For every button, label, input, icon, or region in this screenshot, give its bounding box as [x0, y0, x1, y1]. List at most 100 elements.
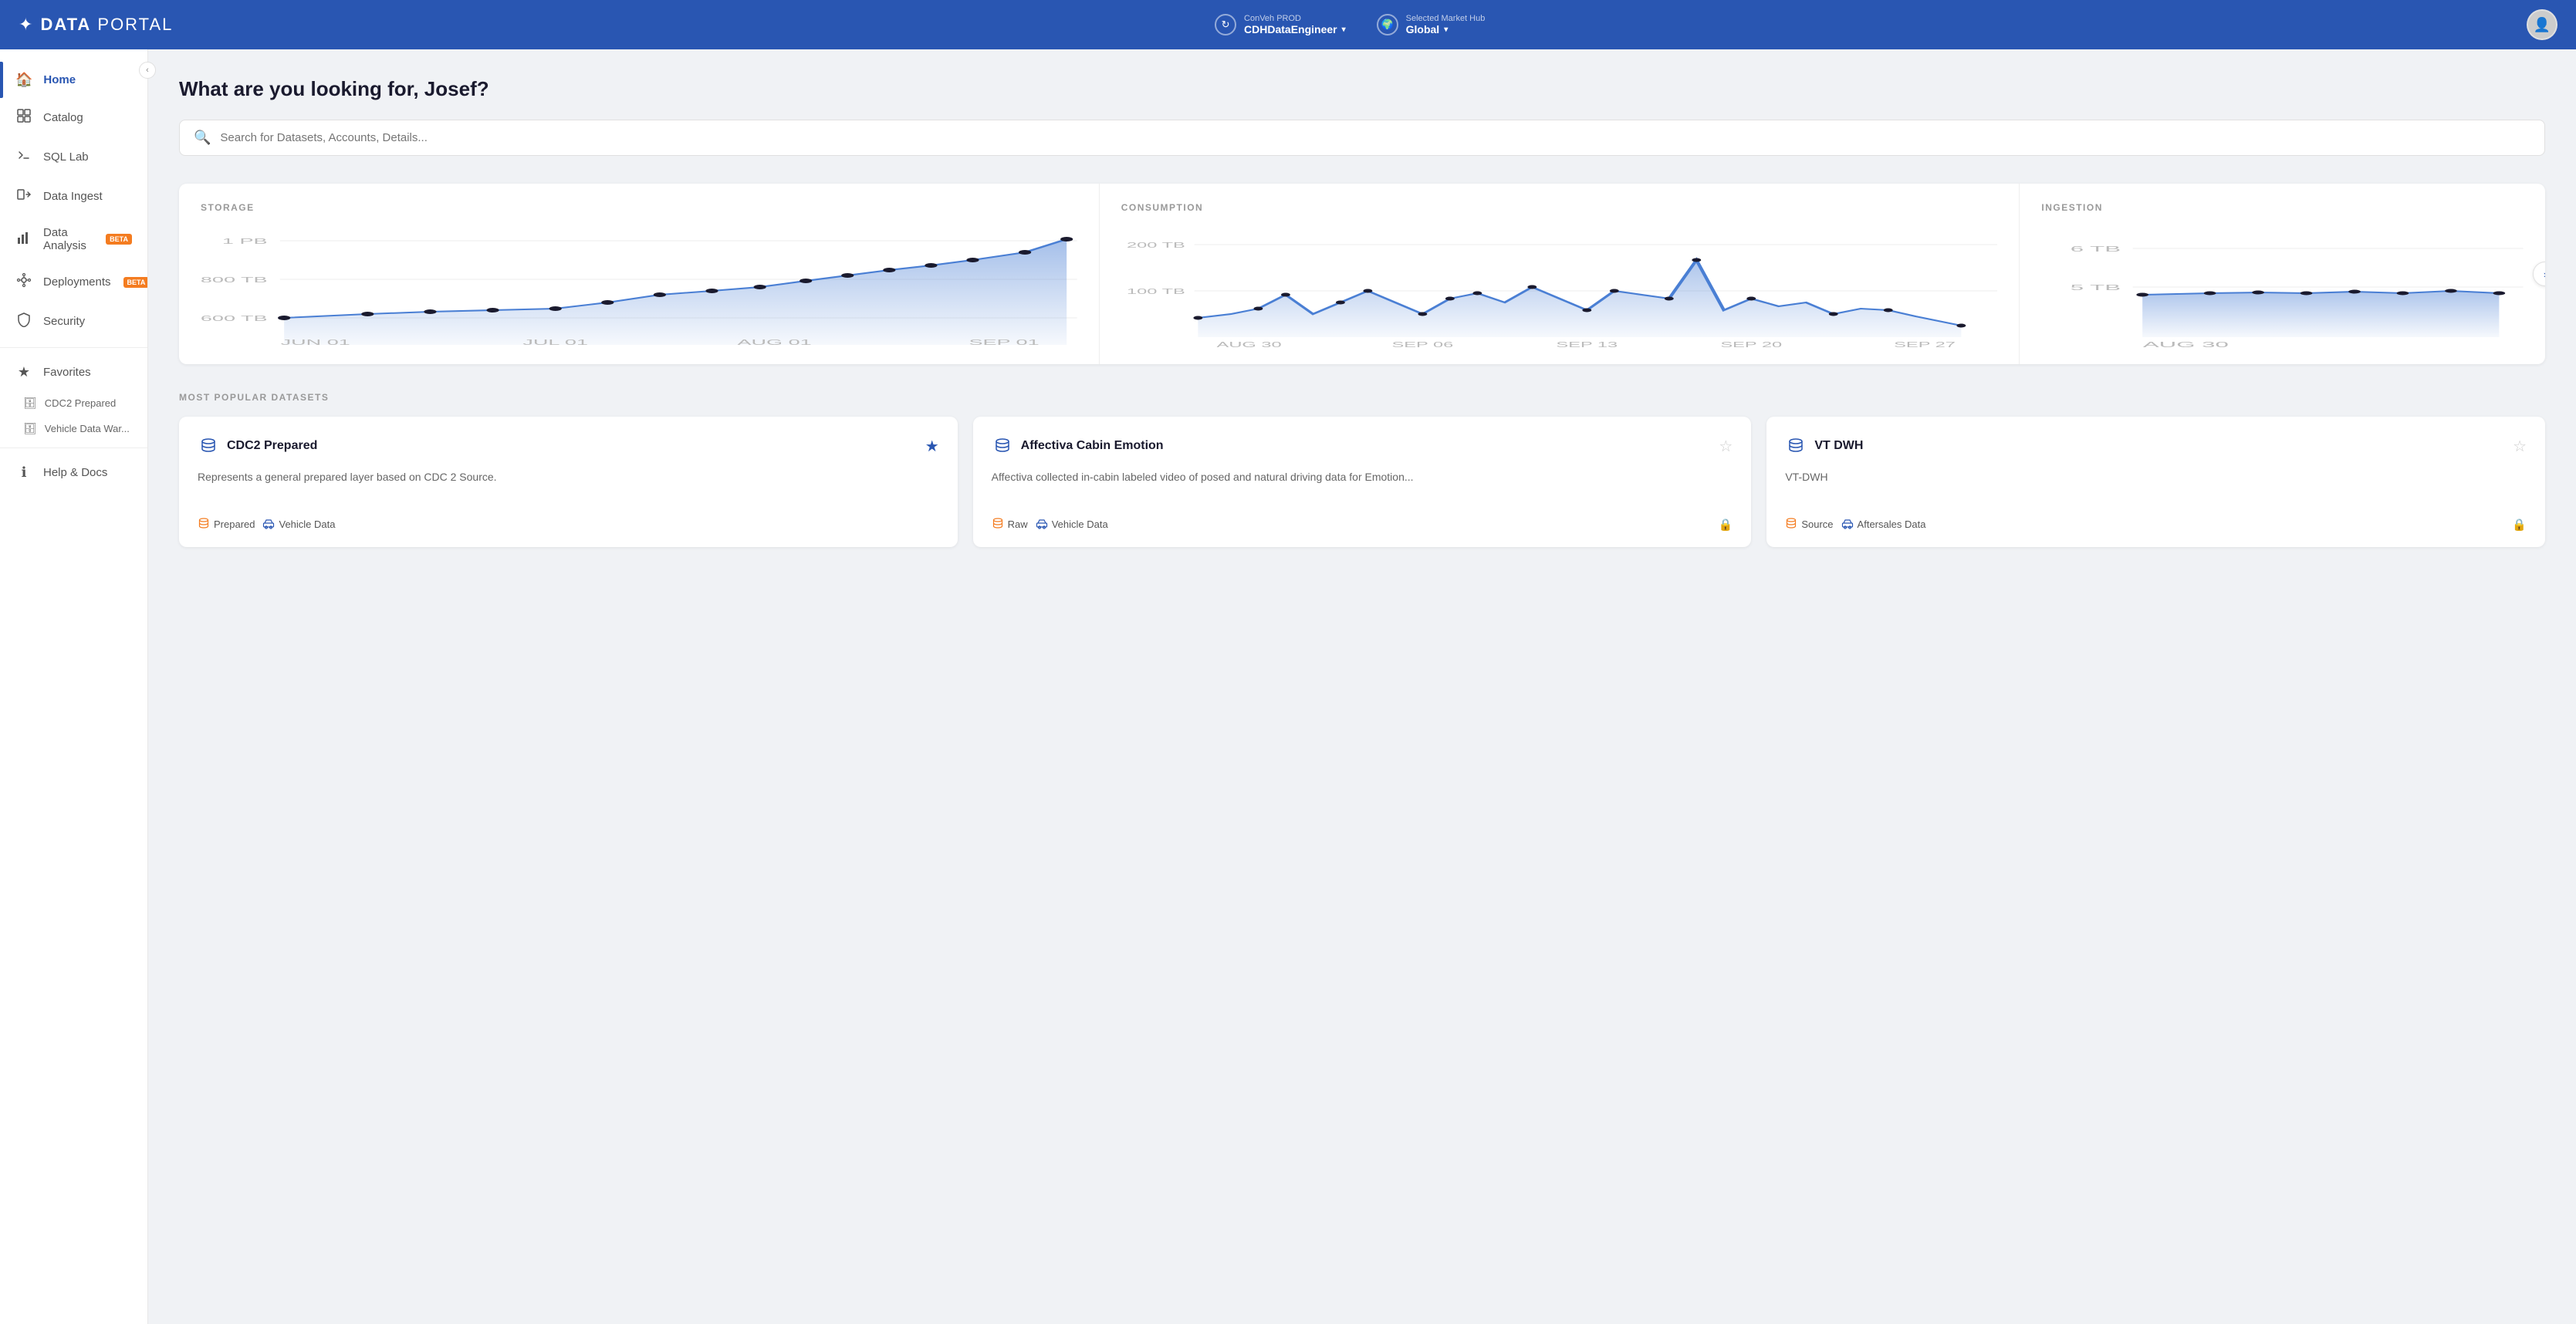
- sidebar-item-label: Catalog: [43, 111, 83, 124]
- tag-icon: [1036, 517, 1048, 532]
- tag-icon: [198, 517, 210, 532]
- svg-text:AUG 30: AUG 30: [2143, 340, 2229, 349]
- dataset-name: Affectiva Cabin Emotion: [1021, 439, 1164, 453]
- svg-text:JUN 01: JUN 01: [281, 339, 350, 347]
- env-chevron-icon: ▾: [1342, 25, 1346, 34]
- svg-text:SEP 20: SEP 20: [1720, 340, 1782, 349]
- dataset-title-row: VT DWH: [1785, 435, 1863, 457]
- tag-source: Source: [1785, 517, 1833, 532]
- sidebar-item-security[interactable]: Security: [0, 302, 147, 341]
- svg-text:200 TB: 200 TB: [1127, 241, 1185, 249]
- datasets-section-title: MOST POPULAR DATASETS: [179, 392, 2545, 403]
- dataset-name: CDC2 Prepared: [227, 439, 317, 453]
- sidebar-favorite-cdc2[interactable]: 🗄 CDC2 Prepared: [0, 390, 147, 416]
- security-icon: [15, 312, 32, 331]
- dataset-card-vt-dwh: VT DWH ☆ VT-DWH Source: [1766, 417, 2545, 547]
- svg-text:6 TB: 6 TB: [2071, 245, 2121, 253]
- favorite-star[interactable]: ☆: [1719, 437, 1733, 456]
- ingestion-chart-area: 6 TB 5 TB AUG 30: [2041, 225, 2524, 349]
- globe-icon: 🌍: [1377, 14, 1398, 35]
- svg-text:SEP 13: SEP 13: [1556, 340, 1618, 349]
- page-heading: What are you looking for, Josef?: [179, 77, 2545, 101]
- favorite-star[interactable]: ☆: [2513, 437, 2527, 456]
- search-bar[interactable]: 🔍: [179, 120, 2545, 156]
- search-icon: 🔍: [194, 130, 211, 146]
- sidebar-item-home[interactable]: 🏠 Home: [0, 62, 147, 98]
- consumption-chart-area: 200 TB 100 TB: [1121, 225, 1998, 349]
- dataset-tags: Source Aftersales Data: [1785, 517, 2527, 532]
- lock-icon: 🔒: [2512, 518, 2527, 532]
- market-value: Global ▾: [1406, 23, 1486, 35]
- sidebar-item-label: Data Analysis: [43, 226, 93, 252]
- env-info: ConVeh PROD CDHDataEngineer ▾: [1244, 14, 1346, 35]
- search-input[interactable]: [220, 131, 2530, 144]
- sidebar-item-label: Home: [43, 73, 76, 86]
- svg-text:600 TB: 600 TB: [201, 315, 268, 323]
- consumption-chart-title: CONSUMPTION: [1121, 202, 1998, 213]
- deployments-icon: [15, 272, 32, 292]
- sidebar-item-data-ingest[interactable]: Data Ingest: [0, 177, 147, 216]
- env-value: CDHDataEngineer ▾: [1244, 23, 1346, 35]
- svg-text:5 TB: 5 TB: [2071, 283, 2121, 292]
- sidebar-item-favorites[interactable]: ★ Favorites: [0, 354, 147, 390]
- user-avatar[interactable]: 👤: [2527, 9, 2557, 40]
- tag-icon: [1841, 517, 1854, 532]
- help-icon: ℹ: [15, 464, 32, 481]
- header: ✦ DATA PORTAL ↻ ConVeh PROD CDHDataEngin…: [0, 0, 2576, 49]
- sidebar-item-label: Help & Docs: [43, 466, 107, 479]
- tag-vehicle: Vehicle Data: [262, 517, 335, 532]
- home-icon: 🏠: [15, 72, 32, 88]
- tag-aftersales: Aftersales Data: [1841, 517, 1926, 532]
- dataset-icon: 🗄: [23, 397, 37, 410]
- dataset-icon: [992, 435, 1013, 457]
- sidebar-item-label: Security: [43, 315, 85, 328]
- sidebar-item-deployments[interactable]: Deployments BETA: [0, 262, 147, 302]
- dataset-title-row: CDC2 Prepared: [198, 435, 317, 457]
- sidebar-item-label: SQL Lab: [43, 150, 89, 164]
- dataset-icon: [198, 435, 219, 457]
- ingestion-next-arrow[interactable]: ›: [2533, 262, 2545, 286]
- market-info: Selected Market Hub Global ▾: [1406, 14, 1486, 35]
- storage-chart-title: STORAGE: [201, 202, 1077, 213]
- main-content: What are you looking for, Josef? 🔍 STORA…: [148, 49, 2576, 1324]
- svg-text:1 PB: 1 PB: [222, 238, 268, 246]
- favorite-item-label: Vehicle Data War...: [45, 423, 130, 434]
- market-selector[interactable]: 🌍 Selected Market Hub Global ▾: [1377, 14, 1486, 35]
- dataset-card-affectiva: Affectiva Cabin Emotion ☆ Affectiva coll…: [973, 417, 1752, 547]
- favorite-star[interactable]: ★: [925, 437, 939, 456]
- dataset-card-header: VT DWH ☆: [1785, 435, 2527, 457]
- sidebar: ‹ 🏠 Home Catalog: [0, 49, 148, 1324]
- dataset-card-header: CDC2 Prepared ★: [198, 435, 939, 457]
- header-center: ↻ ConVeh PROD CDHDataEngineer ▾ 🌍 Select…: [1215, 14, 1485, 35]
- sql-lab-icon: [15, 147, 32, 167]
- catalog-icon: [15, 108, 32, 127]
- dataset-card-cdc2: CDC2 Prepared ★ Represents a general pre…: [179, 417, 958, 547]
- sidebar-item-label: Data Ingest: [43, 190, 103, 203]
- main-layout: ‹ 🏠 Home Catalog: [0, 49, 2576, 1324]
- dataset-description: VT-DWH: [1785, 469, 2527, 503]
- tag-icon: [992, 517, 1004, 532]
- dataset-icon: [1785, 435, 1807, 457]
- storage-chart: STORAGE 1 PB: [179, 184, 1100, 364]
- sidebar-item-data-analysis[interactable]: Data Analysis BETA: [0, 216, 147, 262]
- sidebar-item-help[interactable]: ℹ Help & Docs: [0, 454, 147, 491]
- dataset-tags: Prepared Vehicle Data: [198, 517, 939, 532]
- svg-text:SEP 27: SEP 27: [1894, 340, 1956, 349]
- sidebar-item-catalog[interactable]: Catalog: [0, 98, 147, 137]
- lock-icon: 🔒: [1719, 518, 1733, 532]
- dataset-card-header: Affectiva Cabin Emotion ☆: [992, 435, 1733, 457]
- sidebar-item-label: Favorites: [43, 366, 91, 379]
- sidebar-item-sql-lab[interactable]: SQL Lab: [0, 137, 147, 177]
- sidebar-favorite-vehicle[interactable]: 🗄 Vehicle Data War...: [0, 416, 147, 441]
- svg-text:SEP 01: SEP 01: [969, 339, 1039, 347]
- data-ingest-icon: [15, 187, 32, 206]
- dataset-name: VT DWH: [1814, 439, 1863, 453]
- dataset-description: Represents a general prepared layer base…: [198, 469, 939, 503]
- tag-raw: Raw: [992, 517, 1028, 532]
- tag-icon: [262, 517, 275, 532]
- env-selector[interactable]: ↻ ConVeh PROD CDHDataEngineer ▾: [1215, 14, 1346, 35]
- tag-vehicle: Vehicle Data: [1036, 517, 1108, 532]
- charts-row: STORAGE 1 PB: [179, 184, 2545, 364]
- sidebar-divider: [0, 347, 147, 348]
- dataset-description: Affectiva collected in-cabin labeled vid…: [992, 469, 1733, 503]
